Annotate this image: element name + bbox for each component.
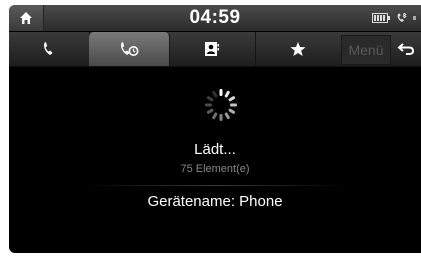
phone-handset-icon [44, 42, 53, 55]
clock: 04:59 [189, 7, 241, 28]
signal-icon [413, 16, 416, 20]
contacts-book-icon [205, 42, 219, 56]
bluetooth-phone-icon [397, 12, 407, 22]
tab-recent-calls[interactable] [89, 32, 170, 66]
menu-button[interactable]: Menü [341, 35, 391, 65]
back-arrow-icon [397, 43, 415, 55]
item-count: 75 Element(e) [180, 163, 250, 175]
status-bar: 04:59 [9, 5, 421, 31]
tab-call-history[interactable] [9, 32, 90, 66]
battery-icon [372, 13, 390, 23]
loading-spinner-icon [205, 89, 237, 121]
tab-contacts[interactable] [169, 32, 256, 66]
device-name: Gerätename: Phone [147, 193, 283, 210]
phone-screen: 04:59 Menü Lädt... 75 Element(e) Geräten… [9, 5, 421, 253]
loading-panel: Lädt... 75 Element(e) Gerätename: Phone [9, 67, 421, 253]
back-button[interactable] [391, 32, 421, 66]
phone-clock-icon [121, 42, 139, 56]
tab-bar: Menü [9, 32, 421, 67]
divider [79, 185, 351, 186]
tab-favorites[interactable] [255, 32, 341, 66]
star-icon [290, 42, 306, 56]
status-icons [372, 5, 421, 31]
loading-label: Lädt... [194, 141, 236, 158]
